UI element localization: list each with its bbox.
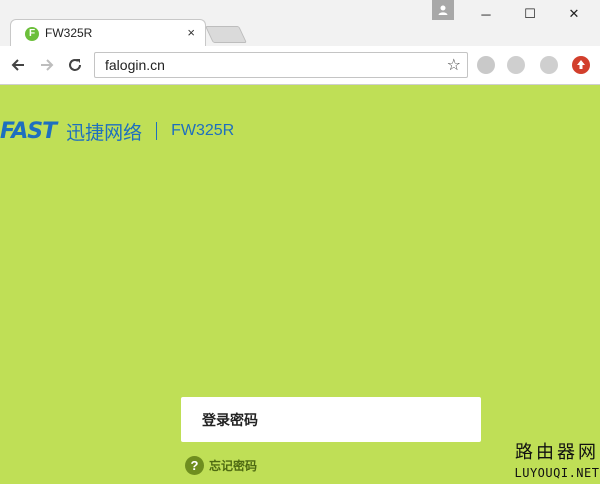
browser-titlebar: F FW325R × ─ ☐ ✕	[0, 0, 600, 47]
maximize-button[interactable]: ☐	[508, 2, 552, 26]
watermark: 路由器网 LUYOUQI.NET	[514, 438, 600, 480]
back-icon	[11, 59, 24, 71]
brand-header: FAST 迅捷网络 FW325R	[0, 117, 234, 145]
up-arrow-icon	[577, 60, 585, 69]
forgot-password-label: 忘记密码	[209, 459, 258, 473]
password-field-container	[181, 397, 481, 442]
extension-icon[interactable]	[507, 56, 525, 74]
extension-icon[interactable]	[477, 56, 495, 74]
reload-button[interactable]	[65, 55, 85, 75]
window-close-button[interactable]: ✕	[552, 2, 596, 26]
watermark-line1: 路由器网	[515, 442, 599, 462]
brand-name: 迅捷网络	[66, 122, 143, 144]
tab-close-button[interactable]: ×	[187, 25, 195, 40]
profile-icon	[438, 5, 448, 15]
url-text: falogin.cn	[105, 57, 165, 73]
new-tab-button[interactable]	[205, 26, 247, 43]
forward-icon	[41, 59, 54, 71]
back-button[interactable]	[8, 55, 28, 75]
password-input[interactable]	[181, 397, 481, 442]
brand-divider	[156, 122, 158, 140]
tab-title: FW325R	[45, 26, 93, 40]
reload-icon	[69, 59, 81, 71]
update-extension-icon[interactable]	[572, 56, 590, 74]
bookmark-star-icon[interactable]: ☆	[447, 55, 461, 75]
router-model: FW325R	[171, 122, 235, 139]
extension-icon[interactable]	[540, 56, 558, 74]
fast-favicon-icon: F	[25, 27, 39, 41]
forward-button[interactable]	[37, 55, 57, 75]
watermark-line2: LUYOUQI.NET	[514, 466, 600, 480]
fast-logo: FAST	[0, 118, 57, 144]
address-bar[interactable]: falogin.cn ☆	[94, 52, 468, 78]
profile-button[interactable]	[432, 0, 454, 20]
forgot-password-link[interactable]: ? 忘记密码	[185, 456, 257, 475]
minimize-button[interactable]: ─	[464, 2, 508, 26]
browser-toolbar: falogin.cn ☆	[0, 46, 600, 85]
question-icon: ?	[185, 456, 204, 475]
browser-tab[interactable]: F FW325R ×	[10, 19, 206, 47]
